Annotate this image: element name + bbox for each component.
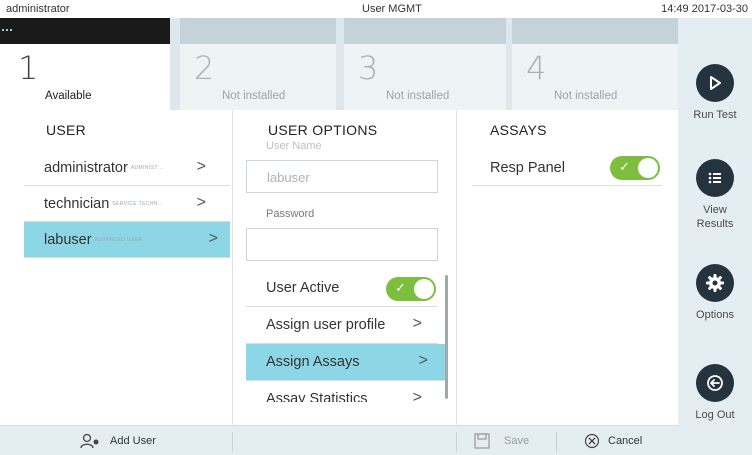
run-test-button[interactable]: Run Test: [678, 64, 752, 122]
gear-icon: [696, 264, 734, 302]
assign-assays-item[interactable]: Assign Assays >: [246, 344, 448, 381]
log-out-label: Log Out: [695, 409, 735, 421]
options-button[interactable]: Options: [678, 264, 752, 322]
user-name-caption: User Name: [266, 140, 322, 152]
view-results-label: View Results: [696, 204, 734, 230]
module-4[interactable]: 4 Not installed: [512, 18, 678, 110]
cancel-button[interactable]: Cancel: [584, 426, 642, 455]
module-1[interactable]: 1 Available: [0, 18, 180, 110]
password-field[interactable]: [246, 228, 438, 261]
log-out-button[interactable]: Log Out: [678, 364, 752, 422]
cancel-icon: [584, 433, 600, 449]
assay-item-resp-panel: Resp Panel ✓: [472, 150, 662, 186]
assays-heading: ASSAYS: [490, 122, 547, 138]
user-role: ADMINIST…: [130, 165, 164, 172]
user-item-technician[interactable]: technician SERVICE TECHN… >: [24, 186, 230, 222]
resp-panel-toggle[interactable]: ✓: [610, 156, 660, 180]
assign-user-profile-item[interactable]: Assign user profile >: [246, 307, 438, 344]
assay-statistics-label: Assay Statistics: [266, 391, 368, 402]
user-item-administrator[interactable]: administrator ADMINIST… >: [24, 150, 230, 186]
logout-icon: [696, 364, 734, 402]
run-test-label: Run Test: [693, 109, 737, 121]
module-status: Not installed: [222, 90, 286, 102]
list-icon: [696, 159, 734, 197]
user-list-panel: USER administrator ADMINIST… > technician…: [24, 110, 230, 390]
user-active-row: User Active ✓: [246, 270, 438, 307]
assay-statistics-item[interactable]: Assay Statistics >: [246, 381, 438, 402]
assay-name: Resp Panel: [490, 160, 565, 176]
options-label: Options: [696, 309, 734, 321]
module-indicator-icon: [2, 29, 12, 35]
module-status-row: 1 Available 2 Not installed 3 Not instal…: [0, 18, 678, 110]
user-role: ADVANCED USER: [94, 237, 143, 244]
user-name-field[interactable]: labuser: [246, 160, 438, 193]
password-caption: Password: [266, 208, 315, 220]
add-user-icon: [80, 433, 102, 449]
user-name: labuser: [44, 232, 92, 248]
module-status: Not installed: [386, 90, 450, 102]
user-options-heading: USER OPTIONS: [268, 122, 378, 138]
module-number: 3: [358, 49, 379, 87]
view-results-button[interactable]: View Results: [678, 159, 752, 231]
module-status: Not installed: [554, 90, 618, 102]
chevron-right-icon: >: [412, 315, 422, 332]
user-active-toggle[interactable]: ✓: [386, 277, 436, 301]
chevron-right-icon: >: [196, 158, 206, 175]
save-label: Save: [504, 435, 530, 447]
clock: 14:49 2017-03-30: [661, 3, 748, 15]
play-icon: [696, 64, 734, 102]
chevron-right-icon: >: [196, 194, 206, 211]
user-heading: USER: [46, 122, 87, 138]
module-status: Available: [45, 90, 92, 102]
user-role: SERVICE TECHN…: [112, 201, 164, 208]
save-button[interactable]: Save: [474, 426, 529, 455]
status-bar: administrator User MGMT 14:49 2017-03-30: [0, 0, 752, 18]
module-number: 1: [18, 49, 39, 87]
chevron-right-icon: >: [208, 230, 218, 247]
user-active-label: User Active: [266, 280, 340, 296]
logged-in-user: administrator: [6, 3, 70, 15]
screen-title: User MGMT: [362, 3, 422, 15]
user-name-value: labuser: [267, 170, 310, 185]
user-name: administrator: [44, 160, 128, 176]
check-icon: ✓: [619, 159, 630, 174]
module-number: 4: [526, 49, 547, 87]
user-item-labuser[interactable]: labuser ADVANCED USER >: [24, 222, 230, 258]
options-scrollbar[interactable]: [445, 275, 448, 399]
module-3[interactable]: 3 Not installed: [344, 18, 510, 110]
assign-user-profile-label: Assign user profile: [266, 317, 386, 333]
chevron-right-icon: >: [412, 389, 422, 402]
cancel-label: Cancel: [608, 435, 643, 447]
module-number: 2: [194, 49, 215, 87]
user-name: technician: [44, 196, 110, 212]
assign-assays-label: Assign Assays: [266, 354, 360, 370]
chevron-right-icon: >: [418, 352, 428, 369]
bottom-action-bar: Add User Save Cancel: [0, 425, 678, 455]
module-2[interactable]: 2 Not installed: [180, 18, 340, 110]
column-divider: [456, 110, 457, 425]
column-divider: [232, 110, 233, 425]
user-options-panel: USER OPTIONS User Name labuser Password …: [246, 110, 448, 402]
main-sidebar: Run Test View Results Options Log Out: [678, 18, 752, 455]
check-icon: ✓: [395, 280, 406, 295]
add-user-label: Add User: [110, 435, 156, 447]
add-user-button[interactable]: Add User: [80, 426, 156, 455]
assays-panel: ASSAYS Resp Panel ✓: [472, 110, 662, 230]
save-icon: [474, 433, 490, 449]
